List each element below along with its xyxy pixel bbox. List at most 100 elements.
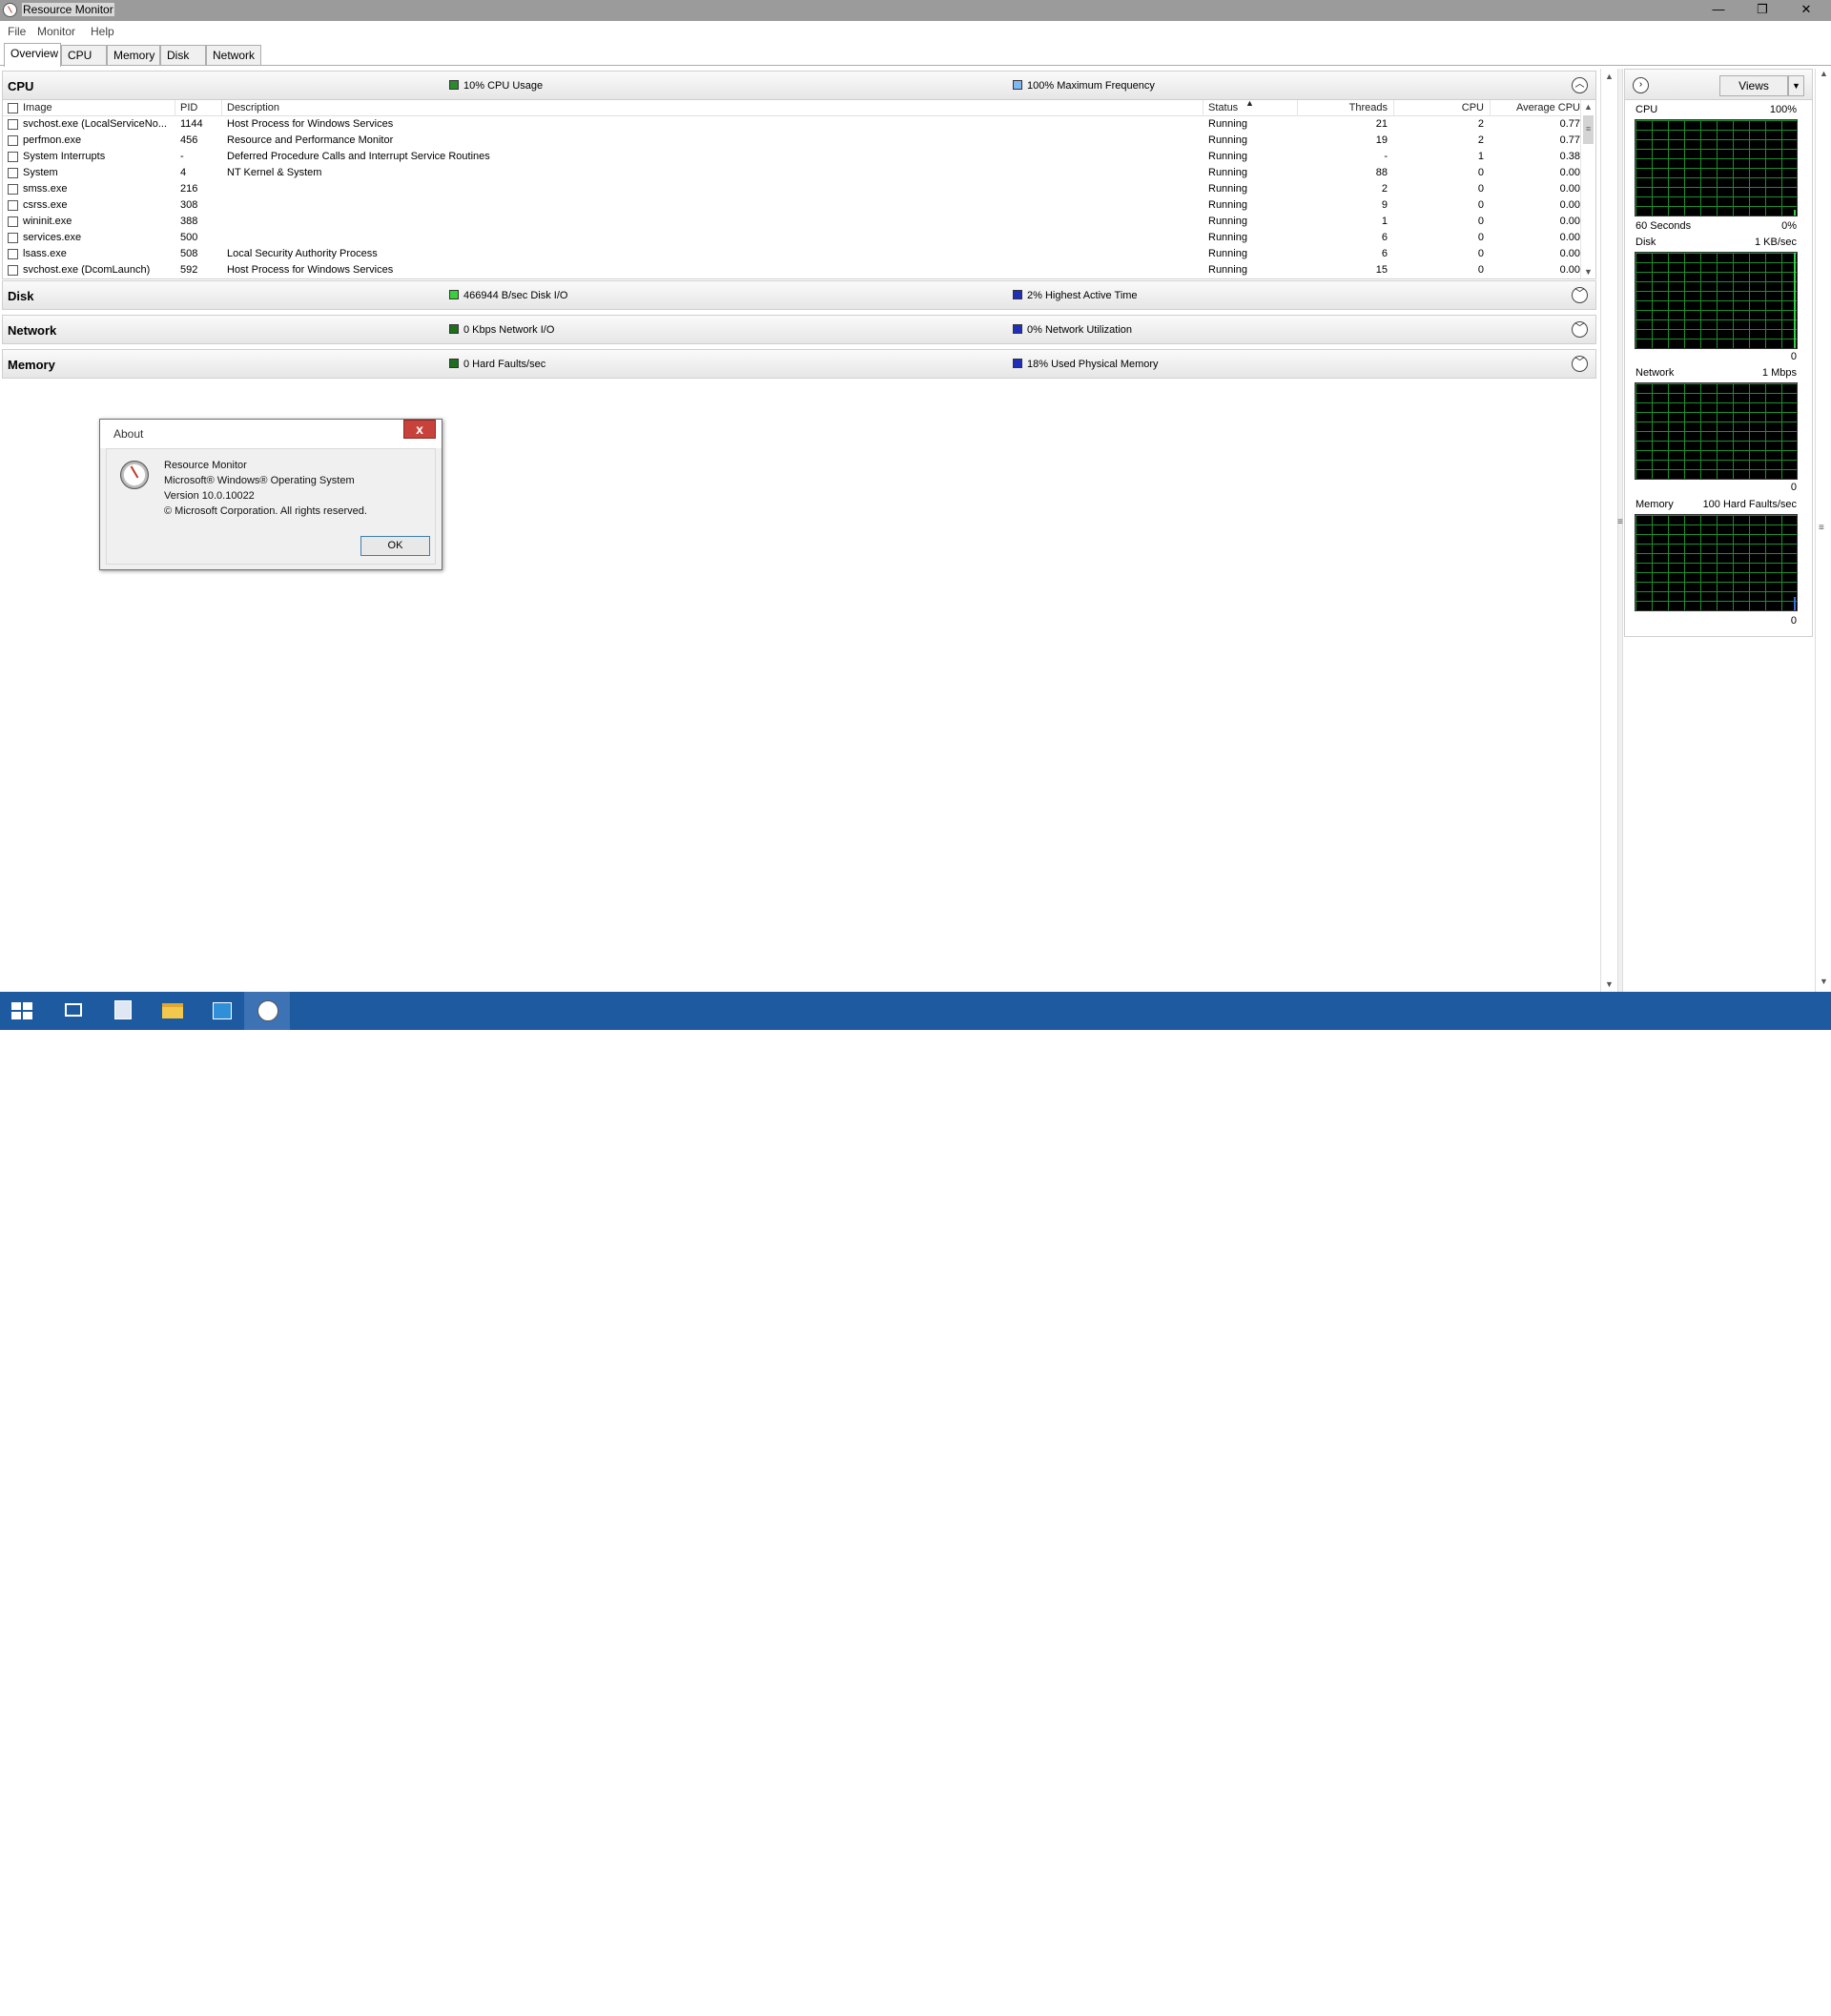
volume-tray-icon[interactable]: ◂: [1713, 1996, 1726, 2009]
collapse-cpu-icon[interactable]: ︿: [1572, 77, 1588, 93]
panel-splitter[interactable]: ≡: [1617, 69, 1623, 992]
row-checkbox[interactable]: [8, 184, 18, 195]
minimize-button[interactable]: —: [1697, 0, 1740, 21]
cpu-table-scrollbar[interactable]: ▲ ≡ ▼: [1580, 100, 1595, 278]
main-scroll-down-icon[interactable]: ▼: [1601, 977, 1617, 992]
col-cpu[interactable]: CPU: [1396, 102, 1484, 113]
server-manager-icon[interactable]: [99, 992, 145, 1030]
cell-image: wininit.exe: [23, 216, 72, 227]
row-checkbox[interactable]: [8, 168, 18, 178]
table-row[interactable]: perfmon.exe 456 Resource and Performance M…: [3, 133, 1582, 149]
network-tray-icon[interactable]: ▣: [1688, 1996, 1701, 2009]
network-section-header[interactable]: Network 0 Kbps Network I/O 0% Network Ut…: [2, 315, 1596, 344]
graph-scroll-up-icon[interactable]: ▲: [1816, 69, 1831, 84]
cpu-graph-title: CPU: [1636, 104, 1658, 115]
scroll-thumb[interactable]: ≡: [1583, 115, 1594, 144]
about-version: Version 10.0.10022: [164, 490, 255, 502]
row-checkbox[interactable]: [8, 200, 18, 211]
about-close-button[interactable]: x: [403, 420, 436, 439]
table-row[interactable]: smss.exe 216 Running 2 0 0.00: [3, 181, 1582, 197]
col-average-cpu[interactable]: Average CPU: [1492, 102, 1580, 113]
cell-status: Running: [1208, 264, 1247, 276]
cell-threads: 15: [1375, 264, 1388, 276]
views-button[interactable]: Views: [1719, 75, 1788, 96]
cpu-frequency-legend: 100% Maximum Frequency: [1013, 80, 1155, 92]
tab-overview[interactable]: Overview: [4, 43, 61, 67]
table-row[interactable]: lsass.exe 508 Local Security Authority Pro…: [3, 246, 1582, 262]
expand-disk-icon[interactable]: ﹀: [1572, 287, 1588, 303]
about-ok-button[interactable]: OK: [360, 536, 430, 556]
cell-cpu: 2: [1477, 118, 1484, 130]
close-button[interactable]: ✕: [1784, 0, 1828, 21]
scroll-up-icon[interactable]: ▲: [1581, 100, 1595, 113]
tab-network[interactable]: Network: [206, 45, 261, 65]
file-explorer-icon[interactable]: [149, 992, 195, 1030]
table-row[interactable]: csrss.exe 308 Running 9 0 0.00: [3, 197, 1582, 214]
about-dialog: About x Resource Monitor Microsoft® Wind…: [99, 419, 442, 570]
select-all-checkbox[interactable]: [8, 103, 18, 113]
cell-description: Deferred Procedure Calls and Interrupt S…: [227, 151, 490, 162]
cell-description: NT Kernel & System: [227, 167, 322, 178]
resource-monitor-taskbar-icon[interactable]: [244, 992, 290, 1030]
action-center-icon[interactable]: ▤: [1738, 1996, 1752, 2009]
about-dialog-titlebar[interactable]: About x: [100, 420, 442, 448]
col-description[interactable]: Description: [227, 102, 279, 113]
resource-monitor-logo-icon: [120, 461, 149, 489]
expand-network-icon[interactable]: ﹀: [1572, 321, 1588, 338]
start-button[interactable]: [0, 992, 46, 1030]
col-pid[interactable]: PID: [180, 102, 197, 113]
expand-memory-icon[interactable]: ﹀: [1572, 356, 1588, 372]
scroll-down-icon[interactable]: ▼: [1581, 265, 1595, 278]
col-status[interactable]: Status: [1208, 102, 1238, 113]
row-checkbox[interactable]: [8, 233, 18, 243]
table-row[interactable]: wininit.exe 388 Running 1 0 0.00: [3, 214, 1582, 230]
cell-status: Running: [1208, 183, 1247, 195]
window-title: Resource Monitor: [22, 3, 114, 16]
main-scroll-up-icon[interactable]: ▲: [1601, 69, 1617, 84]
menu-help[interactable]: Help: [91, 25, 114, 38]
tab-memory[interactable]: Memory: [107, 45, 160, 65]
menu-file[interactable]: File: [8, 25, 26, 38]
row-checkbox[interactable]: [8, 152, 18, 162]
table-row[interactable]: services.exe 500 Running 6 0 0.00: [3, 230, 1582, 246]
resource-monitor-icon[interactable]: [3, 3, 17, 17]
table-row[interactable]: System Interrupts - Deferred Procedure Cal…: [3, 149, 1582, 165]
views-dropdown-icon[interactable]: ▼: [1788, 75, 1804, 96]
memory-used-swatch: [1013, 359, 1022, 368]
col-image[interactable]: Image: [23, 102, 52, 113]
row-checkbox[interactable]: [8, 119, 18, 130]
disk-graph-min: 0: [1790, 351, 1797, 362]
row-checkbox[interactable]: [8, 249, 18, 259]
cpu-section-header[interactable]: CPU 10% CPU Usage 100% Maximum Frequency…: [2, 71, 1596, 100]
row-checkbox[interactable]: [8, 265, 18, 276]
clock-date: 2/17/2015: [1773, 2003, 1820, 2014]
memory-section-header[interactable]: Memory 0 Hard Faults/sec 18% Used Physic…: [2, 349, 1596, 379]
col-threads[interactable]: Threads: [1300, 102, 1388, 113]
row-checkbox[interactable]: [8, 135, 18, 146]
network-graph-max: 1 Mbps: [1761, 367, 1797, 379]
graph-scroll-down-icon[interactable]: ▼: [1816, 977, 1831, 992]
task-view-icon[interactable]: [50, 992, 95, 1030]
cell-pid: 456: [180, 134, 198, 146]
cpu-usage-legend: 10% CPU Usage: [449, 80, 543, 92]
cpu-usage-swatch: [449, 80, 459, 90]
network-io-swatch: [449, 324, 459, 334]
main-scrollbar[interactable]: ▲ ▼: [1600, 69, 1616, 992]
cell-description: Local Security Authority Process: [227, 248, 378, 259]
collapse-graph-panel-icon[interactable]: ›: [1633, 77, 1649, 93]
disk-section-header[interactable]: Disk 466944 B/sec Disk I/O 2% Highest Ac…: [2, 280, 1596, 310]
restore-button[interactable]: ❐: [1740, 0, 1784, 21]
tab-disk[interactable]: Disk: [160, 45, 206, 65]
about-dialog-body: Resource Monitor Microsoft® Windows® Ope…: [106, 448, 436, 565]
cpu-section-title: CPU: [8, 79, 34, 93]
table-row[interactable]: svchost.exe (LocalServiceNo... 1144 Host P…: [3, 116, 1582, 133]
taskbar-clock[interactable]: 8:19 AM 2/17/2015: [1762, 1987, 1820, 2016]
menu-monitor[interactable]: Monitor: [37, 25, 75, 38]
cell-average-cpu: 0.00: [1559, 167, 1580, 178]
control-panel-icon[interactable]: [198, 992, 244, 1030]
table-row[interactable]: svchost.exe (DcomLaunch) 592 Host Process …: [3, 262, 1582, 278]
memory-graph-spike: [1794, 597, 1796, 610]
row-checkbox[interactable]: [8, 216, 18, 227]
table-row[interactable]: System 4 NT Kernel & System Running 88 0 0.00: [3, 165, 1582, 181]
tab-cpu[interactable]: CPU: [61, 45, 107, 65]
